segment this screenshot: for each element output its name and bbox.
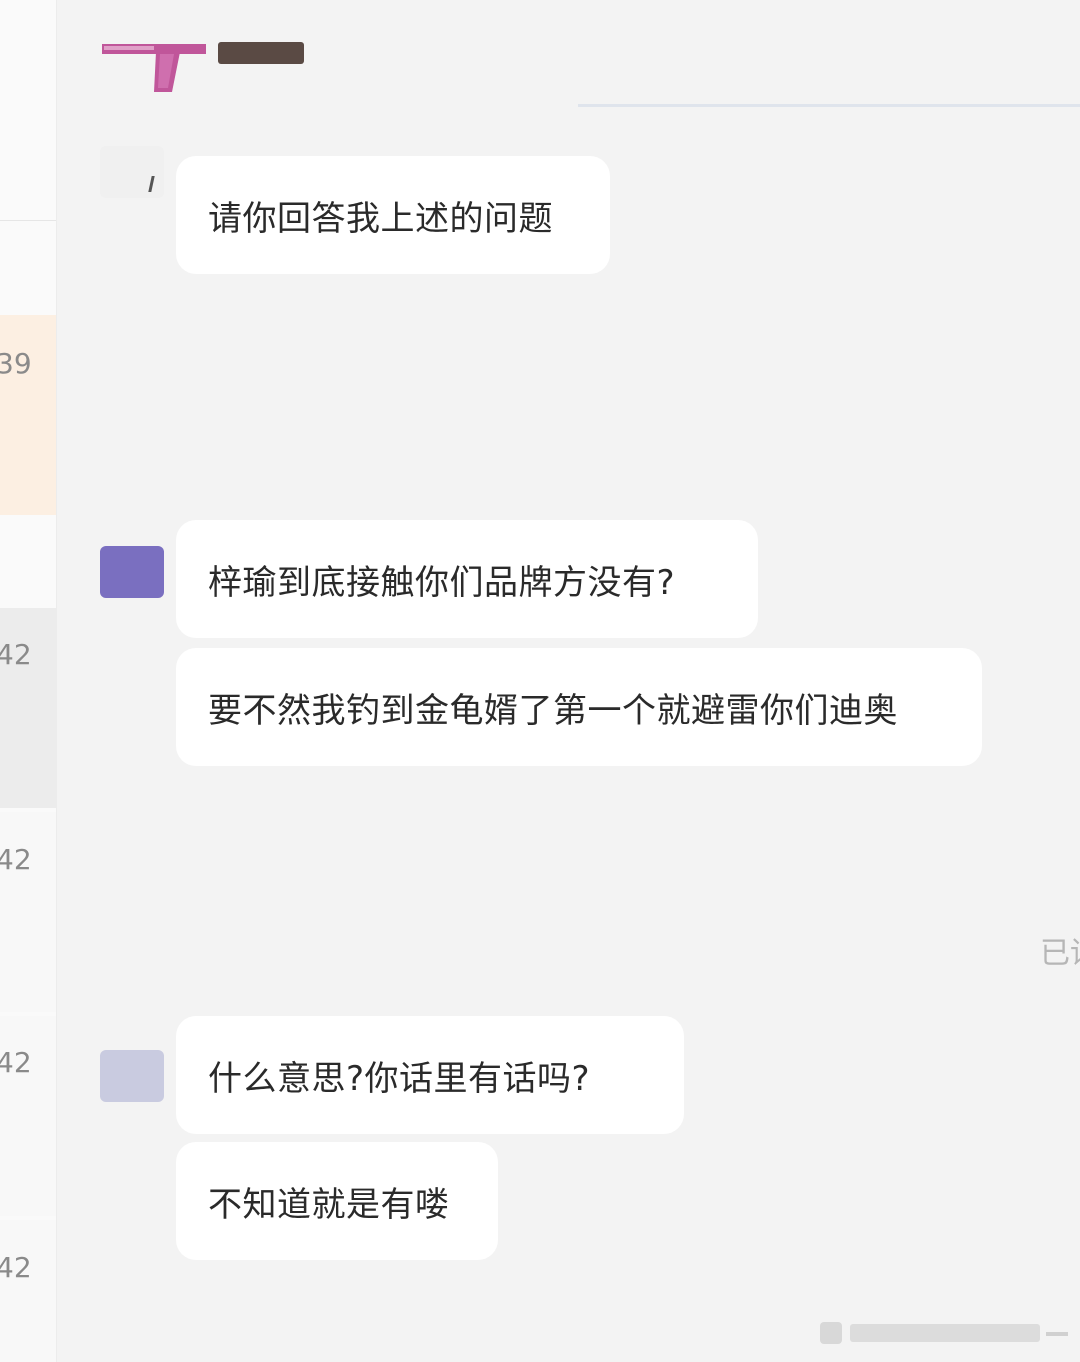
conversation-time: 42 — [0, 1251, 32, 1284]
conversation-time: 39 — [0, 347, 32, 380]
message-bubble: 不知道就是有喽 — [176, 1142, 498, 1260]
watermark-icon — [820, 1318, 1070, 1348]
message-bubble: 要不然我钓到金龟婿了第一个就避雷你们迪奥 — [176, 648, 982, 766]
avatar — [100, 1050, 164, 1102]
conversation-time: 42 — [0, 843, 32, 876]
conversation-time: 42 — [0, 1046, 32, 1079]
conversation-list-item[interactable]: 42 — [0, 1016, 56, 1216]
conversation-list-item[interactable]: 42 — [0, 608, 56, 808]
message-text: 要不然我钓到金龟婿了第一个就避雷你们迪奥 — [208, 690, 898, 731]
conversation-time: 42 — [0, 638, 32, 671]
message-text: 梓瑜到底接触你们品牌方没有? — [208, 562, 676, 603]
message-bubble: 什么意思?你话里有话吗? — [176, 1016, 684, 1134]
message-text: 请你回答我上述的问题 — [208, 198, 553, 239]
divider — [0, 220, 56, 221]
avatar — [100, 146, 164, 198]
conversation-list-item[interactable]: 42 — [0, 812, 56, 1012]
message-bubble: 梓瑜到底接触你们品牌方没有? — [176, 520, 758, 638]
read-status: 已读 — [1040, 936, 1080, 971]
message-text: 什么意思?你话里有话吗? — [208, 1058, 591, 1099]
message-text: 不知道就是有喽 — [208, 1184, 450, 1225]
conversation-list-item[interactable]: 39 — [0, 315, 56, 515]
conversation-list-item[interactable]: 42 — [0, 1220, 56, 1362]
message-bubble: 请你回答我上述的问题 — [176, 156, 610, 274]
contact-name-redacted — [218, 42, 304, 64]
header-divider — [578, 104, 1080, 107]
brand-logo-icon — [100, 40, 210, 96]
avatar — [100, 546, 164, 598]
